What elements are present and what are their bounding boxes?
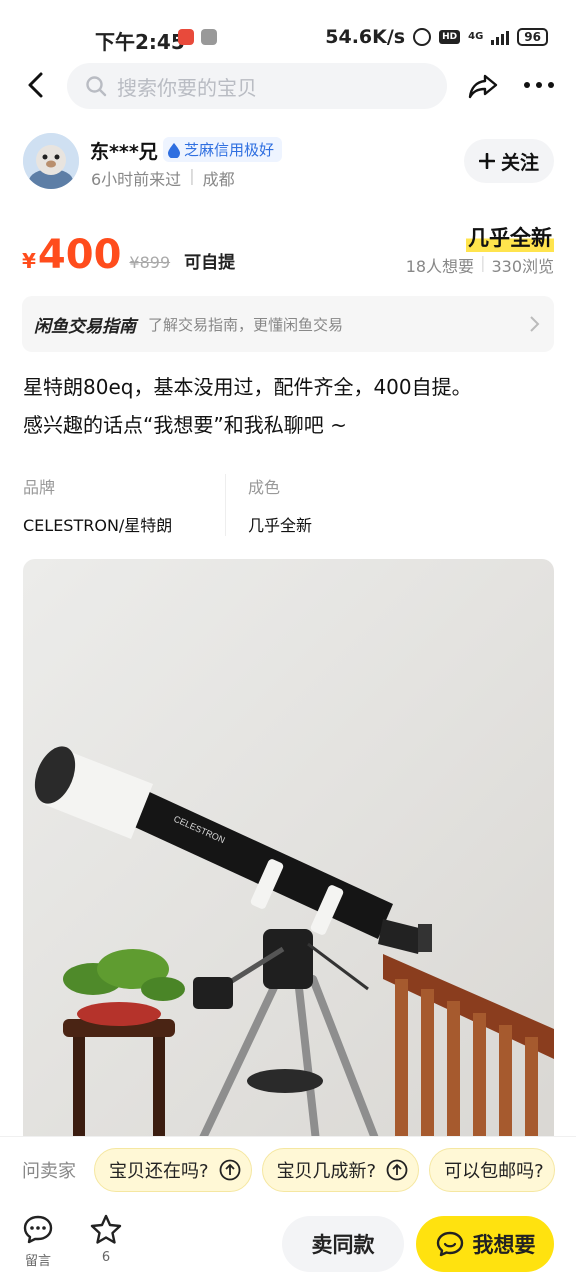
star-icon — [90, 1214, 122, 1244]
telescope-photo: CELESTRON — [34, 746, 554, 1159]
attribute-condition: 成色 几乎全新 — [225, 474, 427, 536]
divider: | — [480, 253, 486, 272]
accessory-tray — [247, 1069, 323, 1093]
attribute-label: 品牌 — [23, 478, 56, 497]
trade-guide-banner[interactable]: 闲鱼交易指南 了解交易指南，更懂闲鱼交易 — [22, 296, 554, 352]
chip-label: 宝贝还在吗? — [109, 1160, 209, 1182]
back-icon[interactable] — [22, 70, 52, 100]
price-row: ¥ 400 ¥899 可自提 — [22, 232, 235, 278]
avatar-image — [23, 133, 79, 189]
notification-icon — [178, 29, 194, 45]
battery-level: 96 — [517, 28, 548, 46]
last-seen: 6小时前来过 — [91, 170, 182, 189]
equatorial-mount — [193, 929, 369, 1009]
network-speed: 54.6K/s — [325, 26, 406, 48]
bottom-action-bar: 留言 6 卖同款 我想要 — [0, 1202, 576, 1280]
attribute-brand: 品牌 CELESTRON/星特朗 — [23, 474, 225, 536]
app-notification-icon — [201, 29, 217, 45]
price-value: 400 — [37, 232, 122, 278]
chat-icon — [436, 1231, 463, 1257]
top-nav: 搜索你要的宝贝 — [0, 62, 576, 110]
telescope-tube: CELESTRON — [34, 746, 432, 954]
stair-railing — [383, 954, 554, 1159]
attribute-value: CELESTRON/星特朗 — [23, 516, 173, 535]
quick-questions-bar: 问卖家 宝贝还在吗? 宝贝几成新? 可以包邮吗? — [0, 1136, 576, 1202]
delivery-method: 可自提 — [184, 253, 236, 273]
chip-label: 宝贝几成新? — [276, 1160, 377, 1182]
favorite-count: 6 — [101, 1250, 111, 1265]
want-label: 我想要 — [472, 1233, 536, 1257]
item-stats: 18人想要 | 330浏览 — [406, 253, 554, 277]
credit-text: 芝麻信用极好 — [184, 141, 275, 159]
signal-icon — [491, 29, 510, 45]
more-icon[interactable] — [522, 70, 556, 100]
description-line: 感兴趣的话点“我想要”和我私聊吧 ~ — [23, 413, 347, 437]
quick-question-chip[interactable]: 可以包邮吗? — [429, 1147, 555, 1192]
arrow-up-circle-icon — [386, 1159, 408, 1180]
quick-question-chip[interactable]: 宝贝几成新? — [261, 1147, 420, 1192]
avatar[interactable] — [23, 133, 79, 189]
favorite-button[interactable]: 6 — [90, 1214, 122, 1265]
drop-icon — [168, 142, 180, 158]
comment-icon — [23, 1215, 53, 1244]
ask-seller-label: 问卖家 — [22, 1160, 76, 1182]
search-placeholder: 搜索你要的宝贝 — [117, 75, 257, 100]
status-time: 下午2:45 — [95, 30, 185, 54]
currency-symbol: ¥ — [22, 249, 36, 273]
search-input[interactable]: 搜索你要的宝贝 — [67, 63, 447, 109]
credit-badge: 芝麻信用极好 — [163, 137, 283, 162]
seller-meta: 6小时前来过 | 成都 — [91, 166, 235, 190]
item-description: 星特朗80eq，基本没用过，配件齐全，400自提。 感兴趣的话点“我想要”和我私… — [23, 368, 553, 444]
condition-badge: 几乎全新 — [466, 222, 554, 252]
seller-name[interactable]: 东***兄 — [90, 137, 158, 164]
item-attributes: 品牌 CELESTRON/星特朗 成色 几乎全新 — [23, 474, 427, 536]
plus-icon — [478, 153, 495, 169]
description-line: 星特朗80eq，基本没用过，配件齐全，400自提。 — [23, 375, 472, 399]
attribute-label: 成色 — [248, 478, 281, 497]
alarm-icon — [413, 28, 432, 46]
comment-label: 留言 — [24, 1254, 51, 1269]
original-price: ¥899 — [129, 253, 171, 272]
comment-button[interactable]: 留言 — [22, 1214, 54, 1269]
view-count: 330浏览 — [491, 257, 554, 276]
search-icon — [86, 76, 107, 97]
share-icon[interactable] — [467, 70, 499, 102]
want-count: 18人想要 — [405, 257, 475, 276]
attribute-value: 几乎全新 — [248, 516, 313, 535]
hd-icon: HD — [439, 30, 461, 44]
seller-city: 成都 — [202, 170, 235, 189]
arrow-up-circle-icon — [219, 1159, 240, 1180]
guide-desc: 了解交易指南，更懂闲鱼交易 — [148, 315, 344, 334]
item-photo[interactable]: CELESTRON — [23, 559, 554, 1159]
divider: | — [189, 166, 195, 185]
sell-same-button[interactable]: 卖同款 — [282, 1216, 404, 1272]
chip-label: 可以包邮吗? — [444, 1160, 544, 1182]
want-button[interactable]: 我想要 — [416, 1216, 554, 1272]
guide-title: 闲鱼交易指南 — [34, 316, 136, 337]
chevron-right-icon — [530, 316, 540, 332]
status-bar: 下午2:45 54.6K/s HD 4G 96 — [0, 0, 576, 70]
network-type: 4G — [468, 31, 484, 42]
status-right: 54.6K/s HD 4G 96 — [325, 26, 548, 48]
quick-question-chip[interactable]: 宝贝还在吗? — [94, 1147, 252, 1192]
plant-stand — [63, 949, 185, 1159]
follow-button[interactable]: 关注 — [464, 139, 554, 183]
follow-label: 关注 — [500, 151, 539, 174]
